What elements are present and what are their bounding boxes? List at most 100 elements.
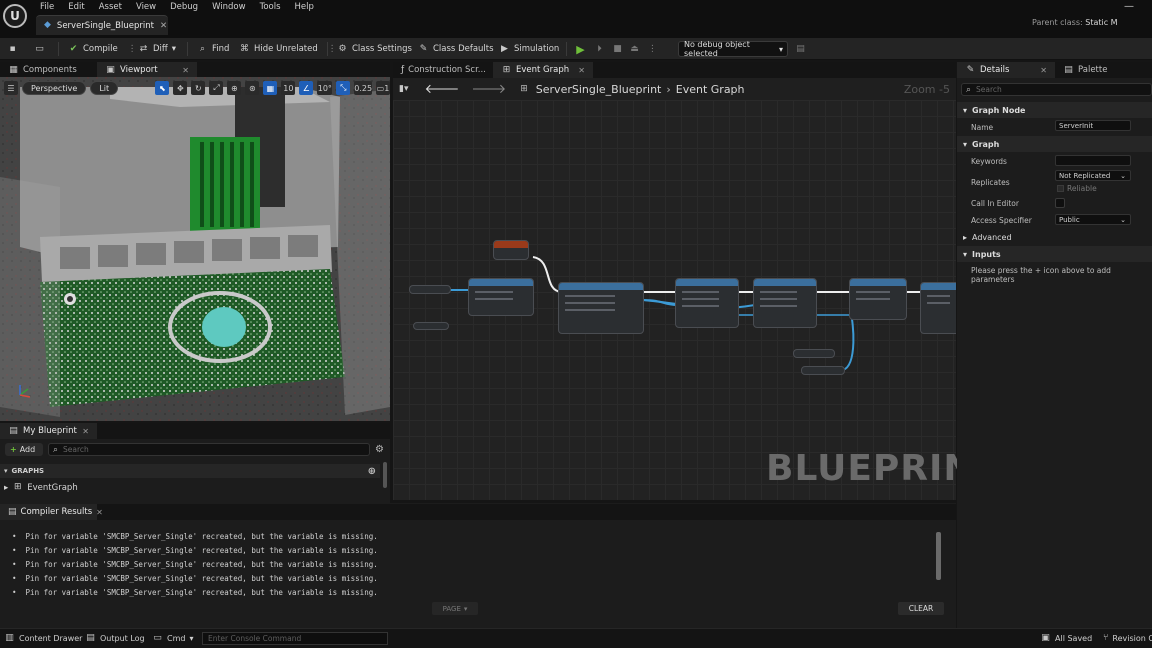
- output-log-button[interactable]: ▤ Output Log: [85, 633, 144, 644]
- grid-snap-value[interactable]: 10: [281, 81, 296, 95]
- viewport-menu-button[interactable]: ☰: [4, 81, 18, 95]
- tab-event-graph[interactable]: ⊞ Event Graph ✕: [493, 62, 593, 78]
- scale-snap-button[interactable]: ⤡: [336, 81, 351, 95]
- menu-asset[interactable]: Asset: [99, 2, 130, 12]
- camera-speed-button[interactable]: ▭ 1: [376, 81, 390, 95]
- tab-details[interactable]: ✎ Details ✕: [957, 62, 1055, 78]
- set-parameter-node-2[interactable]: [753, 278, 817, 328]
- stop-button[interactable]: ■: [612, 41, 623, 57]
- hide-unrelated-button[interactable]: ⌘ Hide Unrelated ⋮: [239, 41, 336, 57]
- clear-button[interactable]: CLEAR: [898, 602, 944, 615]
- gear-icon[interactable]: ⚙: [375, 444, 384, 455]
- replicates-select[interactable]: Not Replicated ⌄: [1055, 170, 1131, 181]
- graphs-section-header[interactable]: ▾ GRAPHS ⊕: [0, 464, 380, 478]
- mesh-component-node[interactable]: [801, 366, 845, 375]
- document-tab[interactable]: ◆ ServerSingle_Blueprint ✕: [36, 15, 168, 35]
- rotate-button[interactable]: ↻: [191, 81, 206, 95]
- my-blueprint-scrollbar[interactable]: [383, 462, 387, 488]
- close-icon[interactable]: ✕: [160, 21, 167, 31]
- tab-construction-script[interactable]: ƒ Construction Scr...: [393, 62, 493, 78]
- breadcrumb-blueprint[interactable]: ServerSingle_Blueprint: [536, 83, 662, 96]
- my-blueprint-search-input[interactable]: ⌕ Search: [48, 443, 370, 456]
- menu-debug[interactable]: Debug: [170, 2, 206, 12]
- tab-palette[interactable]: ▤ Palette: [1055, 62, 1145, 78]
- eject-button[interactable]: ⏏: [629, 41, 640, 57]
- close-icon[interactable]: ✕: [82, 427, 89, 436]
- world-space-button[interactable]: ⊕: [227, 81, 242, 95]
- revision-control-button[interactable]: ⑂ Revision C: [1103, 633, 1152, 644]
- debug-object-select[interactable]: No debug object selected ▾: [678, 40, 788, 58]
- section-advanced[interactable]: ▸ Advanced: [957, 229, 1152, 245]
- menu-window[interactable]: Window: [212, 2, 254, 12]
- save-button[interactable]: ▪: [7, 41, 18, 57]
- add-button[interactable]: + Add: [5, 443, 43, 456]
- tab-my-blueprint[interactable]: ▤ My Blueprint ✕: [0, 423, 97, 439]
- diff-button[interactable]: ⇄ Diff ▾: [138, 41, 176, 57]
- close-icon[interactable]: ✕: [578, 66, 585, 75]
- find-button[interactable]: ⌕ Find: [197, 41, 229, 57]
- rotation-snap-button[interactable]: ∠: [299, 81, 314, 95]
- page-button[interactable]: PAGE ▾: [432, 602, 478, 615]
- lit-button[interactable]: Lit: [90, 81, 119, 95]
- compiler-scrollbar[interactable]: [936, 532, 941, 580]
- all-saved-button[interactable]: ▣ All Saved: [1040, 633, 1092, 644]
- menu-view[interactable]: View: [136, 2, 164, 12]
- play-options-button[interactable]: ⋮: [648, 41, 657, 57]
- minimize-icon[interactable]: —: [1124, 1, 1134, 12]
- offscreen-node[interactable]: [920, 282, 956, 334]
- unreal-logo-icon[interactable]: U: [3, 4, 27, 28]
- keywords-field[interactable]: [1055, 155, 1131, 166]
- details-search-input[interactable]: ⌕ Search: [961, 83, 1152, 96]
- section-graph[interactable]: ▾ Graph: [957, 136, 1152, 152]
- browse-button[interactable]: ▭: [34, 41, 45, 57]
- viewport-canvas[interactable]: [0, 77, 390, 421]
- translate-button[interactable]: ✥: [173, 81, 188, 95]
- variable-node[interactable]: [413, 322, 449, 330]
- surface-snap-button[interactable]: ⊛: [245, 81, 260, 95]
- back-arrow-icon[interactable]: 🡐: [424, 81, 459, 97]
- set-parameter-node-1[interactable]: [675, 278, 739, 328]
- event-graph-canvas[interactable]: [393, 100, 956, 500]
- scale-snap-value[interactable]: 0.25: [354, 81, 372, 95]
- class-settings-button[interactable]: ⚙ Class Settings: [337, 41, 411, 57]
- get-component-node[interactable]: [409, 285, 451, 294]
- reliable-checkbox[interactable]: [1057, 185, 1064, 192]
- compile-button[interactable]: ✔ Compile ⋮: [68, 41, 137, 57]
- rotation-snap-value[interactable]: 10°: [317, 81, 333, 95]
- menu-file[interactable]: File: [40, 2, 62, 12]
- server-init-event-node[interactable]: [493, 240, 529, 260]
- forward-arrow-icon[interactable]: 🡒: [471, 81, 506, 97]
- call-in-editor-checkbox[interactable]: [1055, 198, 1065, 208]
- scale-button[interactable]: ⤢: [209, 81, 224, 95]
- close-icon[interactable]: ✕: [182, 66, 189, 75]
- content-drawer-button[interactable]: ▥ Content Drawer: [4, 633, 82, 644]
- select-mode-button[interactable]: ⬉: [155, 81, 170, 95]
- tab-components[interactable]: ▦ Components: [0, 62, 97, 78]
- add-graph-icon[interactable]: ⊕: [368, 466, 376, 477]
- close-icon[interactable]: ✕: [1040, 66, 1047, 75]
- grid-snap-button[interactable]: ▦: [263, 81, 278, 95]
- close-icon[interactable]: ✕: [96, 508, 103, 517]
- simulation-button[interactable]: ▶ Simulation: [499, 41, 559, 57]
- access-specifier-select[interactable]: Public ⌄: [1055, 214, 1131, 225]
- cmd-select[interactable]: ▭ Cmd ▾: [152, 633, 193, 644]
- step-button[interactable]: ⏵: [594, 41, 605, 57]
- console-input[interactable]: Enter Console Command: [202, 632, 388, 645]
- material-variable-node[interactable]: [793, 349, 835, 358]
- more-options-icon[interactable]: ⋮: [328, 44, 337, 54]
- set-material-node[interactable]: [849, 278, 907, 320]
- tab-viewport[interactable]: ▣ Viewport ✕: [97, 62, 197, 78]
- menu-help[interactable]: Help: [295, 2, 322, 12]
- section-graph-node[interactable]: ▾ Graph Node: [957, 102, 1152, 118]
- menu-tools[interactable]: Tools: [260, 2, 289, 12]
- section-inputs[interactable]: ▾ Inputs: [957, 246, 1152, 262]
- spawn-node[interactable]: [558, 282, 644, 334]
- graph-menu-icon[interactable]: ▮▾: [399, 84, 408, 94]
- event-graph-item[interactable]: ▸ ⊞ EventGraph: [4, 482, 78, 493]
- cast-node[interactable]: [468, 278, 534, 316]
- debug-filter-button[interactable]: ▤: [795, 41, 806, 57]
- class-defaults-button[interactable]: ✎ Class Defaults: [418, 41, 494, 57]
- more-options-icon[interactable]: ⋮: [128, 44, 137, 54]
- perspective-button[interactable]: Perspective: [22, 81, 87, 95]
- name-field[interactable]: ServerInit: [1055, 120, 1131, 131]
